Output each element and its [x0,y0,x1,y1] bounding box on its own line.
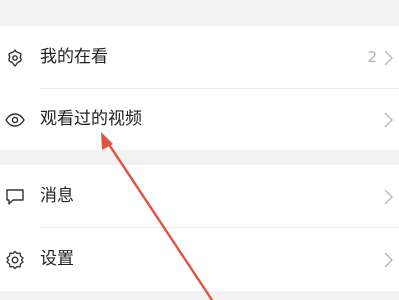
menu-item-label: 我的在看 [40,47,108,67]
menu-item-label: 设置 [40,249,74,269]
sparkle-icon [8,49,22,67]
menu-section-bottom: 消息 设置 [0,165,399,291]
eye-icon [5,113,25,127]
chevron-right-icon [384,252,393,268]
menu-item-watched-videos[interactable]: 观看过的视频 [0,88,399,150]
menu-section-top: 我的在看 2 观看过的视频 [0,26,399,150]
gear-icon [6,250,24,270]
menu-item-label: 消息 [40,186,74,206]
menu-item-watching[interactable]: 我的在看 2 [0,26,399,88]
menu-item-settings[interactable]: 设置 [0,228,399,290]
chevron-right-icon [384,50,393,66]
message-icon [6,189,24,205]
menu-item-label: 观看过的视频 [40,109,142,129]
chevron-right-icon [384,189,393,205]
count-badge: 2 [367,48,377,66]
menu-item-messages[interactable]: 消息 [0,165,399,227]
chevron-right-icon [384,112,393,128]
